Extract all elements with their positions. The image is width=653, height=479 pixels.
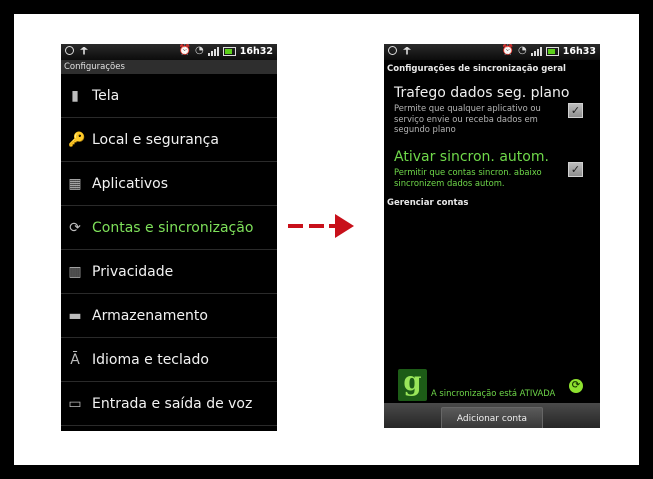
page-title: Configurações xyxy=(61,60,277,74)
menu-item-tela[interactable]: ▮ Tela xyxy=(61,74,277,118)
menu-item-label: Tela xyxy=(92,88,120,104)
sync-active-icon: ⟳ xyxy=(569,379,583,393)
screen-icon: ▮ xyxy=(71,88,79,104)
menu-item-label: Local e segurança xyxy=(92,132,219,148)
menu-item-label: Idioma e teclado xyxy=(92,352,209,368)
sync-status-text: A sincronização está ATIVADA xyxy=(431,388,556,398)
sync-settings-screen: ⏰ ◔ 16h33 Configurações de sincronização… xyxy=(384,44,600,428)
auto-sync-checkbox[interactable]: ✓ xyxy=(568,162,583,177)
section-header-accounts: Gerenciar contas xyxy=(387,198,469,208)
setting-title: Trafego dados seg. plano xyxy=(394,85,570,101)
alarm-icon: ⏰ xyxy=(178,45,192,56)
battery-icon xyxy=(222,46,236,56)
arrow-right-icon xyxy=(288,214,354,238)
menu-item-privacidade[interactable]: ▥ Privacidade xyxy=(61,250,277,294)
status-bar: ⏰ ◔ 16h32 xyxy=(61,44,277,60)
bottom-bar: Adicionar conta xyxy=(384,403,600,428)
signal-icon xyxy=(207,46,219,56)
status-time: 16h32 xyxy=(239,45,273,57)
menu-item-armazenamento[interactable]: ▬ Armazenamento xyxy=(61,294,277,338)
usb-icon xyxy=(403,46,411,55)
sync-icon: ⟳ xyxy=(69,220,81,236)
wifi-icon: ◔ xyxy=(195,45,204,56)
background-data-checkbox[interactable]: ✓ xyxy=(568,103,583,118)
menu-item-label: Aplicativos xyxy=(92,176,169,192)
google-logo: g xyxy=(398,369,427,401)
setting-description: Permitir que contas sincron. abaixo sinc… xyxy=(394,167,542,188)
menu-item-entrada-saida-voz[interactable]: ▭ Entrada e saída de voz xyxy=(61,382,277,426)
signal-icon xyxy=(530,46,542,56)
usb-icon xyxy=(80,46,88,55)
status-bar: ⏰ ◔ 16h33 xyxy=(384,44,600,60)
add-account-button[interactable]: Adicionar conta xyxy=(441,407,543,428)
notification-icon xyxy=(65,46,74,55)
menu-item-aplicativos[interactable]: ▦ Aplicativos xyxy=(61,162,277,206)
alarm-icon: ⏰ xyxy=(501,45,515,56)
settings-screen: ⏰ ◔ 16h32 Configurações ▮ Tela 🔑 Local e… xyxy=(61,44,277,431)
menu-item-local-seguranca[interactable]: 🔑 Local e segurança xyxy=(61,118,277,162)
setting-title: Ativar sincron. autom. xyxy=(394,149,549,165)
notification-icon xyxy=(388,46,397,55)
language-icon: Ā xyxy=(70,352,80,368)
menu-item-idioma-teclado[interactable]: Ā Idioma e teclado xyxy=(61,338,277,382)
menu-item-label: Armazenamento xyxy=(92,308,208,324)
battery-icon xyxy=(545,46,559,56)
setting-description: Permite que qualquer aplicativo ou servi… xyxy=(394,103,541,134)
section-header-general: Configurações de sincronização geral xyxy=(387,64,566,74)
storage-icon: ▬ xyxy=(68,308,82,324)
apps-icon: ▦ xyxy=(68,176,82,192)
menu-item-label: Contas e sincronização xyxy=(92,220,254,236)
menu-item-contas-sincronizacao[interactable]: ⟳ Contas e sincronização xyxy=(61,206,277,250)
menu-item-label: Privacidade xyxy=(92,264,174,280)
privacy-icon: ▥ xyxy=(68,264,82,280)
status-time: 16h33 xyxy=(562,45,596,57)
menu-item-label: Entrada e saída de voz xyxy=(92,396,253,412)
key-icon: 🔑 xyxy=(68,132,86,148)
voice-icon: ▭ xyxy=(68,396,82,412)
wifi-icon: ◔ xyxy=(518,45,527,56)
